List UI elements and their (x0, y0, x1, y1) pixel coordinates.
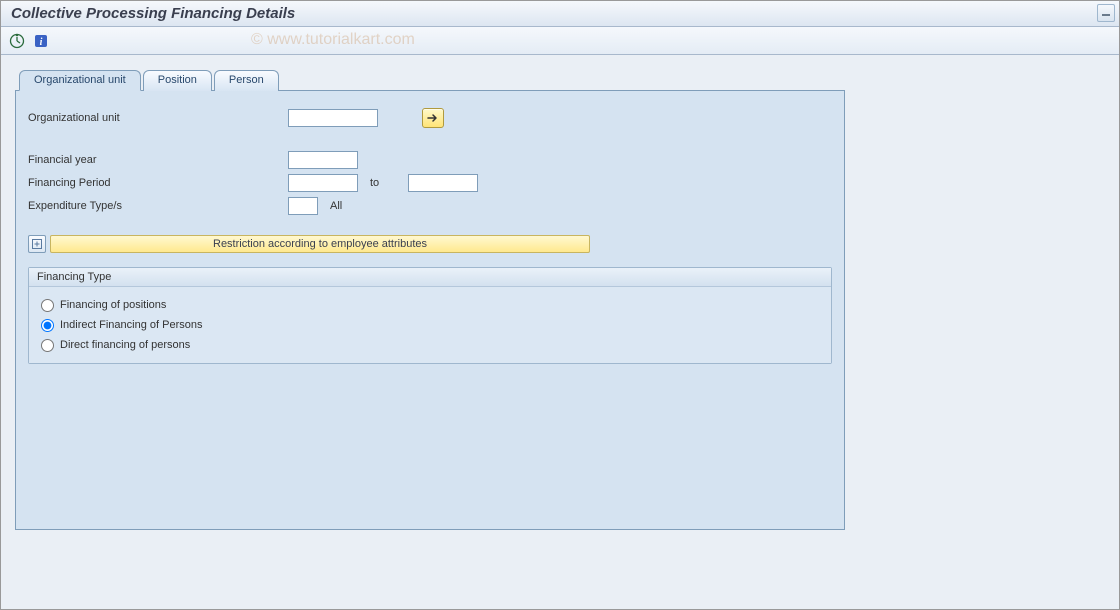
expand-section: Restriction according to employee attrib… (28, 235, 832, 253)
toolbar: i (1, 27, 1119, 55)
tab-person[interactable]: Person (214, 70, 279, 91)
row-exp-type: Expenditure Type/s All (28, 195, 832, 217)
page-title: Collective Processing Financing Details (11, 5, 295, 22)
fin-year-label: Financial year (28, 154, 288, 166)
tab-position[interactable]: Position (143, 70, 212, 91)
window-button[interactable] (1097, 4, 1115, 22)
plus-icon (32, 239, 42, 249)
group-title: Financing Type (29, 268, 831, 287)
row-fin-period: Financing Period to (28, 172, 832, 194)
radio-financing-positions[interactable] (41, 299, 54, 312)
content-area: Organizational unit Position Person Orga… (1, 55, 1119, 609)
radio-row-direct-financing[interactable]: Direct financing of persons (41, 335, 819, 355)
exp-type-text: All (318, 200, 398, 212)
org-unit-input[interactable] (288, 109, 378, 127)
row-org-unit: Organizational unit (28, 107, 832, 129)
exp-type-input[interactable] (288, 197, 318, 215)
fin-year-input[interactable] (288, 151, 358, 169)
group-body: Financing of positions Indirect Financin… (29, 287, 831, 363)
info-button[interactable]: i (31, 31, 51, 51)
arrow-right-icon (427, 113, 439, 123)
expand-label[interactable]: Restriction according to employee attrib… (50, 235, 590, 253)
exp-type-label: Expenditure Type/s (28, 200, 288, 212)
svg-text:i: i (40, 37, 43, 48)
radio-indirect-financing[interactable] (41, 319, 54, 332)
fin-period-to-input[interactable] (408, 174, 478, 192)
tab-panel: Organizational unit Financial year Finan… (15, 90, 845, 530)
radio-row-financing-positions[interactable]: Financing of positions (41, 295, 819, 315)
info-icon: i (34, 34, 48, 48)
app-window: Collective Processing Financing Details … (0, 0, 1120, 610)
title-bar: Collective Processing Financing Details (1, 1, 1119, 27)
financing-type-group: Financing Type Financing of positions In… (28, 267, 832, 364)
row-fin-year: Financial year (28, 149, 832, 171)
radio-direct-financing[interactable] (41, 339, 54, 352)
radio-label: Indirect Financing of Persons (60, 319, 202, 331)
expand-button[interactable] (28, 235, 46, 253)
fin-period-label: Financing Period (28, 177, 288, 189)
radio-label: Direct financing of persons (60, 339, 190, 351)
tab-organizational-unit[interactable]: Organizational unit (19, 70, 141, 91)
tab-strip: Organizational unit Position Person (15, 69, 1105, 90)
multiple-selection-button[interactable] (422, 108, 444, 128)
radio-label: Financing of positions (60, 299, 166, 311)
fin-period-from-input[interactable] (288, 174, 358, 192)
to-label: to (358, 177, 408, 189)
execute-icon (9, 33, 25, 49)
radio-row-indirect-financing[interactable]: Indirect Financing of Persons (41, 315, 819, 335)
org-unit-label: Organizational unit (28, 112, 288, 124)
execute-button[interactable] (7, 31, 27, 51)
